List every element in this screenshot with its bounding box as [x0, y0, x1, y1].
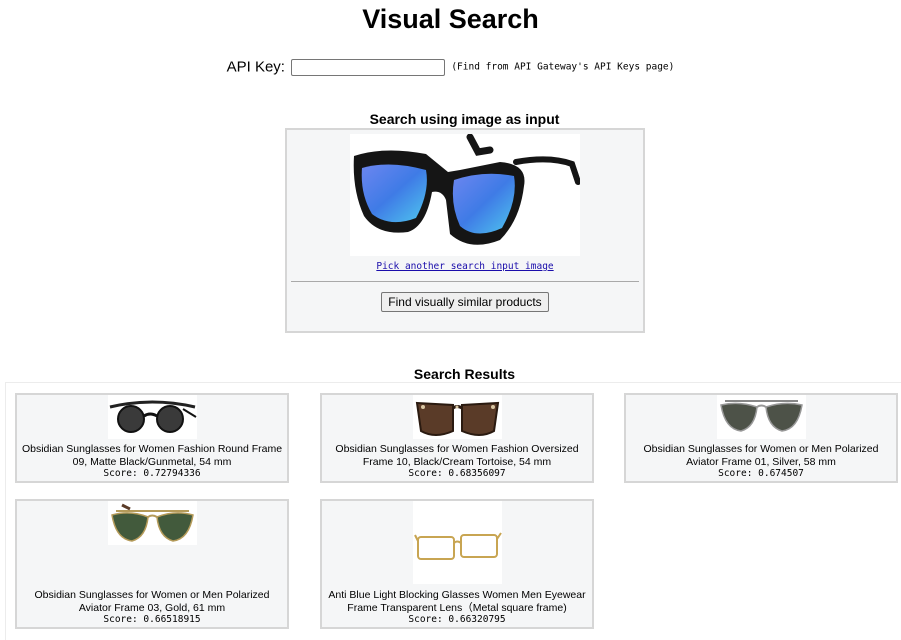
- search-input-panel: Pick another search input image Find vis…: [285, 128, 645, 333]
- result-info: Obsidian Sunglasses for Women or Men Pol…: [17, 589, 287, 625]
- result-thumbnail: [108, 395, 197, 439]
- result-product-name: Obsidian Sunglasses for Women or Men Pol…: [643, 443, 879, 468]
- result-score: Score: 0.72794336: [103, 468, 201, 479]
- result-thumbnail: [108, 501, 197, 545]
- result-product-name: Obsidian Sunglasses for Women Fashion Ov…: [335, 443, 579, 468]
- result-product-name: Obsidian Sunglasses for Women Fashion Ro…: [21, 443, 283, 468]
- result-thumbnail: [717, 395, 806, 439]
- find-similar-products-button[interactable]: Find visually similar products: [381, 292, 549, 312]
- result-thumbnail: [413, 501, 502, 584]
- search-input-heading: Search using image as input: [369, 111, 560, 127]
- result-card[interactable]: Obsidian Sunglasses for Women Fashion Ro…: [15, 393, 289, 483]
- result-thumbnail: [413, 395, 502, 439]
- result-score: Score: 0.674507: [718, 468, 804, 479]
- page-title: Visual Search: [362, 4, 539, 34]
- result-card[interactable]: Obsidian Sunglasses for Women Fashion Ov…: [320, 393, 594, 483]
- api-key-input[interactable]: [291, 58, 446, 76]
- search-input-image: [350, 133, 581, 256]
- result-info: Anti Blue Light Blocking Glasses Women M…: [322, 589, 592, 625]
- result-score: Score: 0.68356097: [408, 468, 506, 479]
- pick-another-image-link[interactable]: Pick another search input image: [287, 261, 643, 272]
- panel-divider: [291, 281, 639, 282]
- api-key-row: API Key: (Find from API Gateway's API Ke…: [0, 58, 901, 76]
- result-info: Obsidian Sunglasses for Women or Men Pol…: [626, 443, 896, 479]
- result-score: Score: 0.66518915: [103, 614, 201, 625]
- result-card[interactable]: Anti Blue Light Blocking Glasses Women M…: [320, 499, 594, 629]
- result-product-name: Anti Blue Light Blocking Glasses Women M…: [328, 589, 586, 614]
- result-card[interactable]: Obsidian Sunglasses for Women or Men Pol…: [15, 499, 289, 629]
- api-key-hint: (Find from API Gateway's API Keys page): [451, 61, 675, 73]
- result-info: Obsidian Sunglasses for Women Fashion Ro…: [17, 443, 287, 479]
- result-product-name: Obsidian Sunglasses for Women or Men Pol…: [34, 589, 270, 614]
- api-key-label: API Key:: [226, 58, 285, 76]
- result-score: Score: 0.66320795: [408, 614, 506, 625]
- result-info: Obsidian Sunglasses for Women Fashion Ov…: [322, 443, 592, 479]
- search-results-heading: Search Results: [413, 366, 516, 382]
- result-card[interactable]: Obsidian Sunglasses for Women or Men Pol…: [624, 393, 898, 483]
